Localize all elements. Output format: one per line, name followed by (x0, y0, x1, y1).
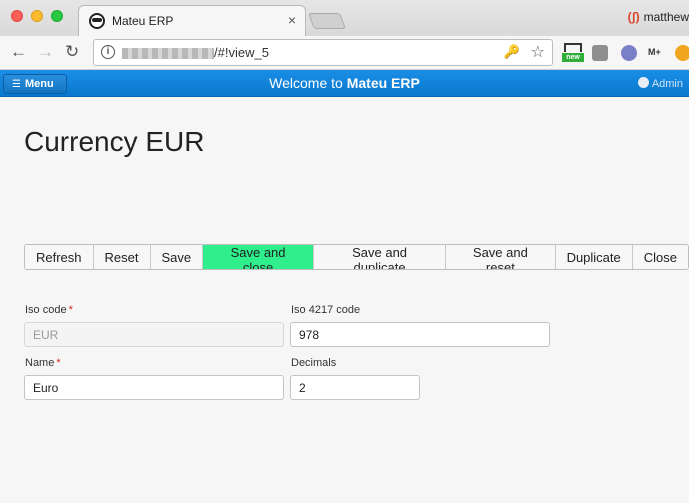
user-icon (637, 77, 649, 88)
decimals-label: Decimals (291, 357, 337, 369)
extension-purple-icon[interactable] (621, 45, 637, 61)
url-text: /#!view_5 (214, 45, 269, 60)
user-menu[interactable]: Admin (637, 77, 683, 90)
back-arrow-icon[interactable]: ← (10, 42, 27, 62)
new-tab-button[interactable] (308, 13, 346, 29)
browser-tab[interactable]: Mateu ERP × (78, 5, 306, 36)
profile-button[interactable]: (ʃ) matthew (628, 10, 689, 24)
window-close-button[interactable] (11, 10, 23, 22)
browser-title-bar: Mateu ERP × (ʃ) matthew (0, 0, 689, 36)
screenshot-extension-icon[interactable]: new (562, 43, 584, 63)
extension-orange-icon[interactable] (675, 45, 689, 61)
browser-toolbar: ← → ↻ i /#!view_5 🔑 ☆ new M+ (0, 36, 689, 70)
address-bar[interactable]: i /#!view_5 🔑 ☆ (93, 39, 553, 66)
extension-gray-icon[interactable] (592, 45, 608, 61)
menu-label: Menu (25, 78, 54, 90)
tab-close-icon[interactable]: × (288, 12, 296, 28)
favicon-icon (89, 13, 105, 29)
reset-button[interactable]: Reset (93, 245, 151, 269)
name-input[interactable] (24, 375, 284, 400)
key-icon[interactable]: 🔑 (504, 44, 520, 60)
forward-arrow-icon[interactable]: → (37, 42, 54, 62)
extension-m-icon[interactable]: M+ (648, 47, 661, 63)
decimals-input[interactable] (290, 375, 420, 400)
bookmark-star-icon[interactable]: ☆ (531, 42, 545, 62)
page-title: Currency EUR (24, 126, 205, 157)
refresh-button[interactable]: Refresh (25, 245, 94, 269)
duplicate-button[interactable]: Duplicate (555, 245, 633, 269)
profile-name: matthew (643, 10, 689, 24)
menu-button[interactable]: ☰ Menu (3, 74, 67, 94)
list-icon: ☰ (12, 79, 21, 90)
window-minimize-button[interactable] (31, 10, 43, 22)
name-label: Name * (25, 357, 61, 369)
save-and-reset-button[interactable]: Save and reset (446, 245, 556, 269)
close-button[interactable]: Close (632, 245, 688, 269)
required-marker: * (68, 304, 73, 316)
tab-title: Mateu ERP (112, 14, 174, 28)
save-and-close-button[interactable]: Save and close (203, 245, 314, 269)
iso-code-label: Iso code * (25, 304, 73, 316)
user-label: Admin (651, 78, 683, 90)
window-maximize-button[interactable] (51, 10, 63, 22)
app-header: ☰ Menu Welcome to Mateu ERP Admin (0, 70, 689, 97)
app-welcome-title: Welcome to Mateu ERP (269, 75, 420, 91)
action-toolbar: Refresh Reset Save Save and close Save a… (24, 244, 689, 270)
url-redacted (122, 48, 214, 59)
iso-4217-label: Iso 4217 code (291, 304, 361, 316)
iso-code-input[interactable] (24, 322, 284, 347)
save-and-duplicate-button[interactable]: Save and duplicate (313, 245, 447, 269)
profile-icon: (ʃ) (627, 10, 640, 24)
save-button[interactable]: Save (150, 245, 204, 269)
iso-4217-input[interactable] (290, 322, 550, 347)
reload-icon[interactable]: ↻ (65, 42, 79, 62)
required-marker: * (56, 357, 61, 369)
info-icon[interactable]: i (101, 45, 115, 59)
